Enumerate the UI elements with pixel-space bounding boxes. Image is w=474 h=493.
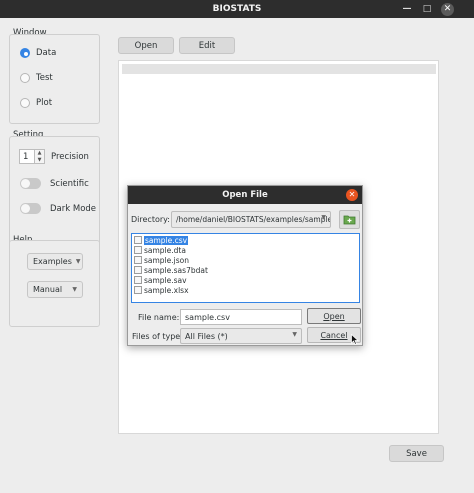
file-name-label: File name: [138,313,180,322]
chevron-down-icon: ▼ [321,214,326,221]
open-button[interactable]: Open [118,37,174,54]
chevron-down-icon: ▼ [72,286,77,293]
maximize-icon[interactable]: □ [421,3,433,15]
directory-combo[interactable]: /home/daniel/BIOSTATS/examples/sample ▼ [171,211,331,228]
radio-plot-indicator[interactable] [20,98,30,108]
chevron-down-icon[interactable]: ▼ [35,157,44,164]
radio-test[interactable]: Test [20,73,53,83]
app-body: Window Data Test Plot Setting 1 ▲ ▼ Prec… [0,18,474,493]
edit-button[interactable]: Edit [179,37,235,54]
toggle-scientific[interactable]: Scientific [20,178,89,189]
scientific-switch[interactable] [20,178,41,189]
manual-label: Manual [33,285,63,294]
open-file-dialog: Open File ✕ Directory: /home/daniel/BIOS… [127,185,363,346]
list-item[interactable]: sample.csv [134,235,189,245]
directory-label: Directory: [131,215,170,224]
scientific-label: Scientific [50,178,89,189]
file-icon [134,256,142,264]
precision-spinner[interactable]: 1 ▲ ▼ Precision [19,149,89,164]
dialog-titlebar: Open File ✕ [128,186,362,204]
radio-data-indicator[interactable] [20,48,30,58]
dark-mode-label: Dark Mode [50,203,97,214]
radio-plot[interactable]: Plot [20,98,52,108]
list-item[interactable]: sample.sas7bdat [134,265,208,275]
list-item[interactable]: sample.sav [134,275,187,285]
new-folder-button[interactable] [339,210,360,229]
minimize-icon[interactable]: — [401,3,413,15]
file-icon [134,276,142,284]
data-panel-header [122,64,436,74]
files-of-type-combo[interactable]: All Files (*) ▼ [180,328,302,344]
manual-dropdown[interactable]: Manual ▼ [27,281,83,298]
examples-label: Examples [33,257,72,266]
close-icon[interactable]: ✕ [441,3,454,16]
chevron-down-icon: ▼ [75,258,81,265]
list-item[interactable]: sample.xlsx [134,285,189,295]
window-title: BIOSTATS [212,4,262,14]
file-name-input[interactable]: sample.csv [180,309,302,325]
file-icon [134,286,142,294]
dialog-close-icon[interactable]: ✕ [346,189,358,201]
dark-mode-switch[interactable] [20,203,41,214]
radio-plot-label: Plot [36,98,53,108]
precision-value[interactable]: 1 [19,149,35,164]
chevron-down-icon: ▼ [292,331,297,338]
toggle-dark-mode[interactable]: Dark Mode [20,203,96,214]
dialog-title: Open File [222,190,268,200]
files-of-type-label: Files of type: [132,332,183,341]
precision-label: Precision [51,151,89,162]
new-folder-icon [343,215,356,225]
file-icon [134,236,142,244]
list-item[interactable]: sample.json [134,255,189,265]
list-item[interactable]: sample.dta [134,245,186,255]
dialog-open-label: Open [323,311,345,321]
files-of-type-value: All Files (*) [185,331,228,341]
radio-data[interactable]: Data [20,48,56,58]
radio-test-indicator[interactable] [20,73,30,83]
radio-data-label: Data [36,48,57,58]
radio-test-label: Test [36,73,53,83]
file-icon [134,266,142,274]
window-titlebar: BIOSTATS — □ ✕ [0,0,474,18]
examples-dropdown[interactable]: Examples ▼ [27,253,83,270]
dialog-cancel-label: Cancel [320,330,348,340]
file-icon [134,246,142,254]
dialog-open-button[interactable]: Open [307,308,361,324]
save-button[interactable]: Save [389,445,444,462]
directory-path: /home/daniel/BIOSTATS/examples/sample [176,215,331,224]
precision-stepper[interactable]: ▲ ▼ [35,149,45,164]
mouse-pointer-icon [351,334,359,345]
file-list[interactable]: sample.csv sample.dta sample.json sample… [131,233,360,303]
